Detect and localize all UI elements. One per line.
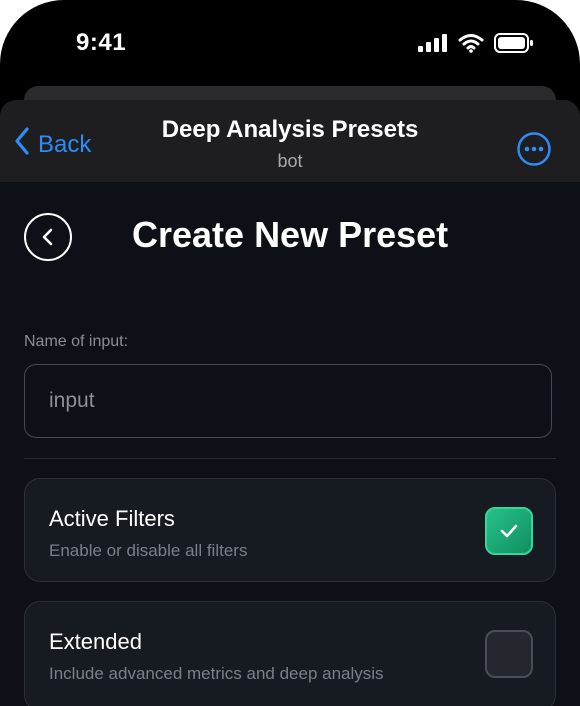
page-back-button[interactable] xyxy=(24,213,72,261)
option-title: Extended xyxy=(49,629,142,654)
nav-subtitle: bot xyxy=(277,151,303,171)
status-icons xyxy=(418,33,534,58)
option-description: Include advanced metrics and deep analys… xyxy=(49,664,384,683)
ellipsis-circle-icon xyxy=(517,132,551,166)
active-filters-checkbox[interactable] xyxy=(485,507,533,555)
status-bar: 9:41 xyxy=(0,0,580,90)
battery-icon xyxy=(494,33,534,58)
name-field-label: Name of input: xyxy=(24,333,129,350)
extended-checkbox[interactable] xyxy=(485,630,533,678)
status-time: 9:41 xyxy=(76,29,127,56)
chevron-left-icon xyxy=(42,228,53,246)
more-options-button[interactable] xyxy=(516,131,552,172)
option-card-active-filters[interactable]: Active Filters Enable or disable all fil… xyxy=(24,478,556,582)
content-area: Create New Preset Name of input: Active … xyxy=(0,182,580,706)
checkmark-icon xyxy=(500,524,518,538)
nav-title: Deep Analysis Presets xyxy=(161,116,419,143)
option-card-extended[interactable]: Extended Include advanced metrics and de… xyxy=(24,601,556,706)
divider xyxy=(24,458,556,459)
wifi-icon xyxy=(458,33,484,58)
page-title: Create New Preset xyxy=(132,214,449,255)
phone-frame: 9:41 Back Deep Analysis Presets bot Crea… xyxy=(0,0,580,706)
name-input[interactable] xyxy=(24,364,552,438)
option-title: Active Filters xyxy=(49,506,175,531)
cellular-signal-icon xyxy=(418,34,448,57)
option-description: Enable or disable all filters xyxy=(49,541,248,560)
navigation-bar: Back Deep Analysis Presets bot xyxy=(0,100,580,182)
